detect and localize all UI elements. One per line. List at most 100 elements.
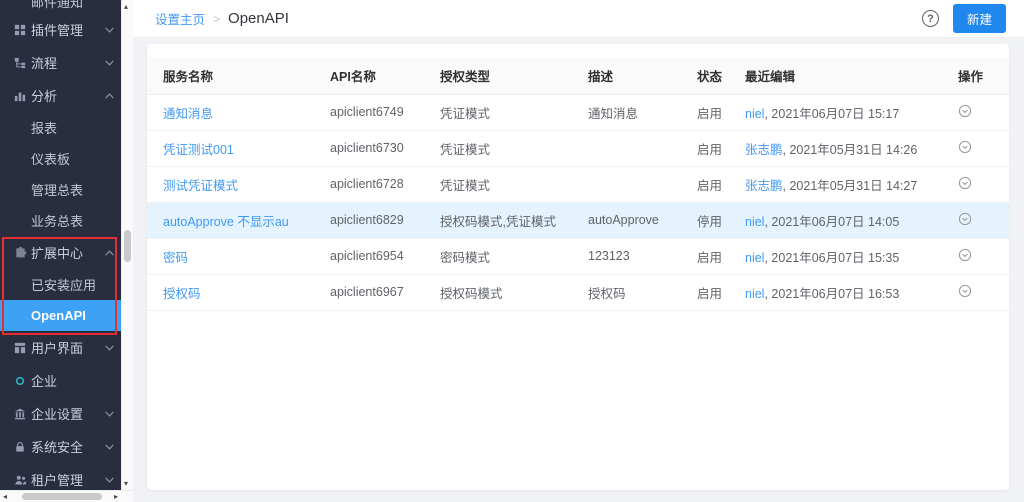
column-header: API名称 [314, 57, 424, 94]
chevron-down-icon [105, 411, 114, 417]
sidebar-item-label: 已安装应用 [31, 275, 96, 294]
breadcrumb-home-link[interactable]: 设置主页 [155, 9, 205, 28]
flow-icon [13, 57, 27, 69]
sidebar-item-enterprise[interactable]: 企业 [0, 364, 121, 397]
sidebar-item-label: 插件管理 [31, 20, 83, 39]
sidebar-item-user-interface[interactable]: 用户界面 [0, 331, 121, 364]
editor-link[interactable]: niel [745, 287, 764, 301]
create-new-button[interactable]: 新建 [953, 4, 1006, 33]
horizontal-scrollbar-thumb[interactable] [22, 493, 102, 500]
service-name-cell: 凭证测试001 [147, 130, 314, 166]
editor-link[interactable]: niel [745, 251, 764, 265]
sidebar-item-dashboard[interactable]: 仪表板 [0, 143, 121, 174]
row-actions-button[interactable] [958, 176, 972, 193]
sidebar-item-workflow[interactable]: 流程 [0, 46, 121, 79]
api-name-cell: apiclient6728 [314, 166, 424, 202]
row-actions-button[interactable] [958, 284, 972, 301]
chevron-down-icon [105, 444, 114, 450]
column-header: 操作 [942, 57, 1009, 94]
api-name-cell: apiclient6967 [314, 274, 424, 310]
sidebar-item-installed-apps[interactable]: 已安装应用 [0, 269, 121, 300]
chevron-down-icon [105, 27, 114, 33]
table-row: 凭证测试001apiclient6730凭证模式启用张志鹏, 2021年05月3… [147, 130, 1009, 166]
auth-type-cell: 密码模式 [424, 238, 572, 274]
edited-time: , 2021年06月07日 15:17 [764, 107, 899, 121]
chevron-down-icon [105, 60, 114, 66]
sidebar-item-plugin-management[interactable]: 插件管理 [0, 13, 121, 46]
main-content: 设置主页 > OpenAPI ? 新建 服务名称API名称授权类型描述状态最近编… [133, 0, 1024, 502]
last-edited-cell: 张志鹏, 2021年05月31日 14:26 [729, 130, 942, 166]
scroll-down-arrow-icon[interactable]: ▾ [124, 480, 128, 488]
table-body: 通知消息apiclient6749凭证模式通知消息启用niel, 2021年06… [147, 94, 1009, 310]
sidebar-item-enterprise-settings[interactable]: 企业设置 [0, 397, 121, 430]
sidebar-menu: 邮件通知插件管理流程分析报表仪表板管理总表业务总表扩展中心已安装应用 OpenAP… [0, 0, 121, 490]
row-actions-button[interactable] [958, 104, 972, 121]
sidebar-item-business-summary[interactable]: 业务总表 [0, 205, 121, 236]
scroll-up-arrow-icon[interactable]: ▴ [124, 3, 128, 11]
last-edited-cell: niel, 2021年06月07日 15:17 [729, 94, 942, 130]
sidebar-item-extension-center[interactable]: 扩展中心 [0, 236, 121, 269]
scroll-right-arrow-icon[interactable]: ▸ [114, 493, 118, 501]
sidebar-item-tenant-management[interactable]: 租户管理 [0, 463, 121, 490]
status-cell: 启用 [681, 274, 729, 310]
table-header-row: 服务名称API名称授权类型描述状态最近编辑操作 [147, 57, 1009, 94]
column-header: 服务名称 [147, 57, 314, 94]
scroll-left-arrow-icon[interactable]: ◂ [3, 493, 7, 501]
status-cell: 启用 [681, 166, 729, 202]
lock-icon [13, 441, 27, 453]
service-name-cell: autoApprove 不显示au [147, 202, 314, 238]
edited-time: , 2021年06月07日 14:05 [764, 215, 899, 229]
column-header: 最近编辑 [729, 57, 942, 94]
actions-cell [942, 202, 1009, 238]
service-name-link[interactable]: 通知消息 [163, 107, 213, 121]
sidebar-item-analytics[interactable]: 分析 [0, 79, 121, 112]
sidebar-item-mail-notification[interactable]: 邮件通知 [0, 0, 121, 13]
sidebar-item-label: 业务总表 [31, 211, 83, 230]
status-cell: 启用 [681, 238, 729, 274]
help-icon[interactable]: ? [922, 10, 939, 27]
sidebar-item-label: 企业设置 [31, 404, 83, 423]
editor-link[interactable]: niel [745, 215, 764, 229]
row-actions-button[interactable] [958, 248, 972, 265]
service-name-link[interactable]: 测试凭证模式 [163, 179, 238, 193]
description-cell: 123123 [572, 238, 681, 274]
editor-link[interactable]: niel [745, 107, 764, 121]
description-cell: 授权码 [572, 274, 681, 310]
sidebar-item-label: 管理总表 [31, 180, 83, 199]
sidebar-item-management-summary[interactable]: 管理总表 [0, 174, 121, 205]
table-card: 服务名称API名称授权类型描述状态最近编辑操作 通知消息 apiclient674… [147, 44, 1009, 490]
chevron-down-circle-icon [958, 140, 972, 157]
api-name-cell: apiclient6749 [314, 94, 424, 130]
edited-time: , 2021年06月07日 15:35 [764, 251, 899, 265]
service-name-link[interactable]: 授权码 [163, 287, 201, 301]
sidebar-item-openapi[interactable]: OpenAPI [0, 300, 121, 331]
actions-cell [942, 274, 1009, 310]
sidebar-vertical-scrollbar[interactable]: ▴ ▾ [121, 0, 133, 490]
service-name-link[interactable]: autoApprove 不显示au [163, 215, 289, 229]
row-actions-button[interactable] [958, 140, 972, 157]
editor-link[interactable]: 张志鹏 [745, 179, 783, 193]
edited-time: , 2021年06月07日 16:53 [764, 287, 899, 301]
org-icon [13, 408, 27, 420]
row-actions-button[interactable] [958, 212, 972, 229]
auth-type-cell: 授权码模式 [424, 274, 572, 310]
last-edited-cell: niel, 2021年06月07日 15:35 [729, 238, 942, 274]
sidebar-horizontal-scrollbar[interactable]: ◂ ▸ [0, 490, 133, 502]
extension-icon [13, 246, 27, 259]
auth-type-cell: 凭证模式 [424, 94, 572, 130]
editor-link[interactable]: 张志鹏 [745, 143, 783, 157]
users-icon [13, 474, 27, 486]
vertical-scrollbar-thumb[interactable] [124, 230, 131, 262]
service-name-link[interactable]: 凭证测试001 [163, 143, 234, 157]
sidebar-item-reports[interactable]: 报表 [0, 112, 121, 143]
description-cell: 通知消息 [572, 94, 681, 130]
service-name-link[interactable]: 密码 [163, 251, 188, 265]
service-name-cell: 密码 [147, 238, 314, 274]
chevron-up-icon [105, 250, 114, 256]
sidebar-item-label: 仪表板 [31, 149, 70, 168]
sidebar-item-system-security[interactable]: 系统安全 [0, 430, 121, 463]
chart-icon [13, 90, 27, 102]
sidebar-item-label: 分析 [31, 86, 57, 105]
api-name-cell: apiclient6730 [314, 130, 424, 166]
services-table: 服务名称API名称授权类型描述状态最近编辑操作 通知消息 apiclient674… [147, 57, 1009, 311]
